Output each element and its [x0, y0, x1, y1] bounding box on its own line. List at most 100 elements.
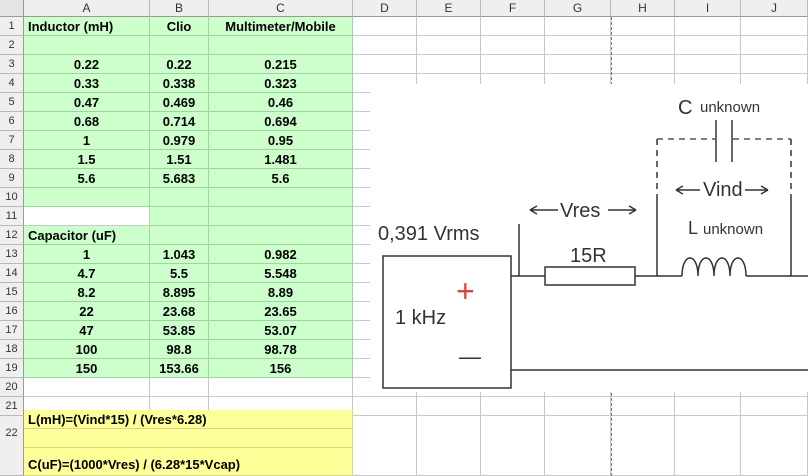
capacitor-row-cell-c[interactable]: 5.548: [209, 264, 353, 283]
column-header-j[interactable]: J: [741, 0, 808, 17]
grid-cell[interactable]: [675, 416, 741, 476]
header-clio[interactable]: Clio: [150, 17, 209, 36]
column-header-f[interactable]: F: [481, 0, 545, 17]
inductor-row-cell-c[interactable]: 0.95: [209, 131, 353, 150]
column-header-b[interactable]: B: [150, 0, 209, 17]
grid-cell[interactable]: [353, 55, 417, 74]
row-header[interactable]: 22: [0, 416, 24, 476]
row-header[interactable]: 4: [0, 74, 24, 93]
capacitor-row-cell-b[interactable]: 153.66: [150, 359, 209, 378]
inductor-row-cell-a[interactable]: 0.68: [24, 112, 150, 131]
empty-cell-b[interactable]: [150, 188, 209, 207]
empty-cell-c[interactable]: [209, 188, 353, 207]
capacitor-row-cell-a[interactable]: 4.7: [24, 264, 150, 283]
row-header[interactable]: 11: [0, 207, 24, 226]
capacitor-row-cell-b[interactable]: 23.68: [150, 302, 209, 321]
row-header[interactable]: 1: [0, 17, 24, 36]
grid-cell[interactable]: [353, 36, 417, 55]
row-header[interactable]: 12: [0, 226, 24, 245]
capacitor-row-cell-b[interactable]: 8.895: [150, 283, 209, 302]
row-header[interactable]: 5: [0, 93, 24, 112]
capacitor-row-cell-c[interactable]: 156: [209, 359, 353, 378]
inductor-row-cell-a[interactable]: 0.33: [24, 74, 150, 93]
inductor-row-cell-a[interactable]: 0.22: [24, 55, 150, 74]
inductor-row-cell-b[interactable]: 0.469: [150, 93, 209, 112]
inductor-row-cell-c[interactable]: 1.481: [209, 150, 353, 169]
grid-cell[interactable]: [611, 55, 675, 74]
grid-cell[interactable]: [24, 207, 150, 226]
column-header-e[interactable]: E: [417, 0, 481, 17]
row-header[interactable]: 20: [0, 378, 24, 397]
grid-cell[interactable]: [741, 55, 808, 74]
capacitor-row-cell-a[interactable]: 22: [24, 302, 150, 321]
grid-cell[interactable]: [611, 416, 675, 476]
capacitor-row-cell-b[interactable]: 5.5: [150, 264, 209, 283]
row-header[interactable]: 8: [0, 150, 24, 169]
inductor-row-cell-c[interactable]: 5.6: [209, 169, 353, 188]
capacitor-row-cell-c[interactable]: 98.78: [209, 340, 353, 359]
empty-cell-b[interactable]: [150, 226, 209, 245]
column-header-d[interactable]: D: [353, 0, 417, 17]
grid-cell[interactable]: [545, 17, 611, 36]
row-header[interactable]: 7: [0, 131, 24, 150]
inductor-row-cell-a[interactable]: 1.5: [24, 150, 150, 169]
grid-cell[interactable]: [417, 416, 481, 476]
empty-cell-a[interactable]: [24, 188, 150, 207]
grid-cell[interactable]: [417, 17, 481, 36]
capacitor-row-cell-a[interactable]: 100: [24, 340, 150, 359]
capacitor-row-cell-a[interactable]: 1: [24, 245, 150, 264]
grid-cell[interactable]: [481, 36, 545, 55]
capacitor-row-cell-b[interactable]: 53.85: [150, 321, 209, 340]
capacitor-row-cell-a[interactable]: 47: [24, 321, 150, 340]
row-header[interactable]: 18: [0, 340, 24, 359]
capacitor-row-cell-a[interactable]: 8.2: [24, 283, 150, 302]
inductor-row-cell-b[interactable]: 0.22: [150, 55, 209, 74]
column-header-a[interactable]: A: [24, 0, 150, 17]
grid-cell[interactable]: [675, 55, 741, 74]
grid-cell[interactable]: [675, 36, 741, 55]
capacitor-row-cell-b[interactable]: 98.8: [150, 340, 209, 359]
grid-cell[interactable]: [353, 416, 417, 476]
capacitor-row-cell-c[interactable]: 53.07: [209, 321, 353, 340]
grid-cell[interactable]: [545, 416, 611, 476]
inductor-row-cell-b[interactable]: 0.338: [150, 74, 209, 93]
column-header-c[interactable]: C: [209, 0, 353, 17]
grid-cell[interactable]: [481, 55, 545, 74]
grid-cell[interactable]: [741, 397, 808, 416]
row-header[interactable]: 17: [0, 321, 24, 340]
grid-cell[interactable]: [417, 55, 481, 74]
grid-cell[interactable]: [741, 17, 808, 36]
row-header[interactable]: 19: [0, 359, 24, 378]
capacitor-row-cell-c[interactable]: 8.89: [209, 283, 353, 302]
grid-cell[interactable]: [675, 17, 741, 36]
row-header[interactable]: 21: [0, 397, 24, 416]
inductor-row-cell-c[interactable]: 0.694: [209, 112, 353, 131]
grid-cell[interactable]: [150, 378, 209, 397]
grid-cell[interactable]: [481, 17, 545, 36]
grid-cell[interactable]: [675, 397, 741, 416]
row-header[interactable]: 15: [0, 283, 24, 302]
grid-cell[interactable]: [545, 55, 611, 74]
row-header[interactable]: 10: [0, 188, 24, 207]
row-header[interactable]: 16: [0, 302, 24, 321]
formula-empty-row[interactable]: [24, 429, 353, 448]
inductor-row-cell-b[interactable]: 0.979: [150, 131, 209, 150]
empty-cell-c[interactable]: [209, 226, 353, 245]
empty-cell-c[interactable]: [209, 207, 353, 226]
formula-capacitance[interactable]: C(uF)=(1000*Vres) / (6.28*15*Vcap): [24, 448, 353, 476]
grid-cell[interactable]: [481, 397, 545, 416]
grid-cell[interactable]: [353, 397, 417, 416]
inductor-row-cell-b[interactable]: 0.714: [150, 112, 209, 131]
grid-cell[interactable]: [209, 378, 353, 397]
capacitor-row-cell-c[interactable]: 23.65: [209, 302, 353, 321]
capacitor-row-cell-b[interactable]: 1.043: [150, 245, 209, 264]
grid-cell[interactable]: [741, 416, 808, 476]
grid-cell[interactable]: [417, 36, 481, 55]
select-all-corner[interactable]: [0, 0, 24, 17]
grid-cell[interactable]: [417, 397, 481, 416]
inductor-row-cell-a[interactable]: 5.6: [24, 169, 150, 188]
header-inductor[interactable]: Inductor (mH): [24, 17, 150, 36]
inductor-row-cell-c[interactable]: 0.323: [209, 74, 353, 93]
circuit-diagram[interactable]: 0,391 Vrms 1 kHz + — 15R Vres Vind L unk…: [370, 84, 808, 392]
empty-cell-b[interactable]: [150, 36, 209, 55]
